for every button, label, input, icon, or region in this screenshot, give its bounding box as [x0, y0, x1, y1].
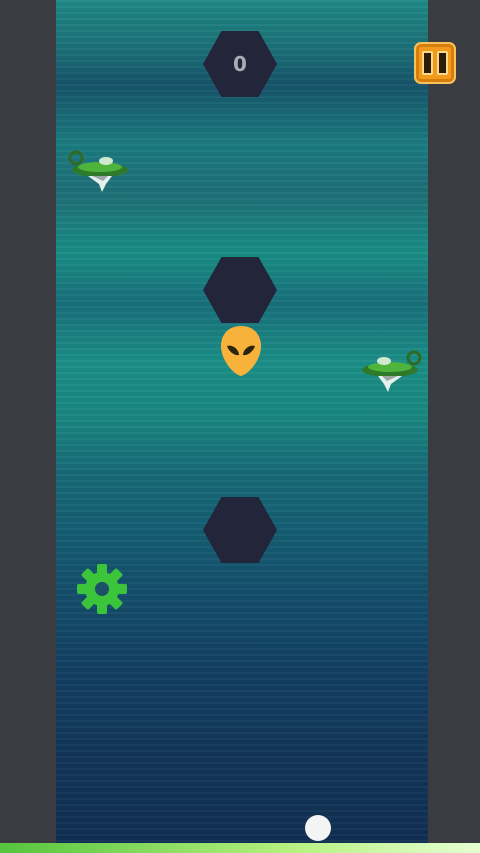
ball	[305, 815, 331, 841]
obstacle-hexagon	[203, 497, 277, 563]
alien-head-icon	[221, 326, 261, 376]
gear-icon[interactable]	[76, 563, 128, 615]
game-playfield[interactable]: 0	[56, 0, 428, 843]
obstacle-hexagon	[203, 257, 277, 323]
ufo-ship-icon	[68, 150, 128, 192]
right-wall	[428, 0, 480, 853]
score-hexagon: 0	[203, 31, 277, 97]
pause-icon	[437, 51, 448, 75]
pause-icon	[422, 51, 433, 75]
pause-button[interactable]	[414, 42, 456, 84]
score-counter: 0	[233, 52, 247, 76]
ground-strip	[0, 843, 480, 853]
left-wall	[0, 0, 56, 853]
ufo-ship-icon	[362, 350, 422, 392]
